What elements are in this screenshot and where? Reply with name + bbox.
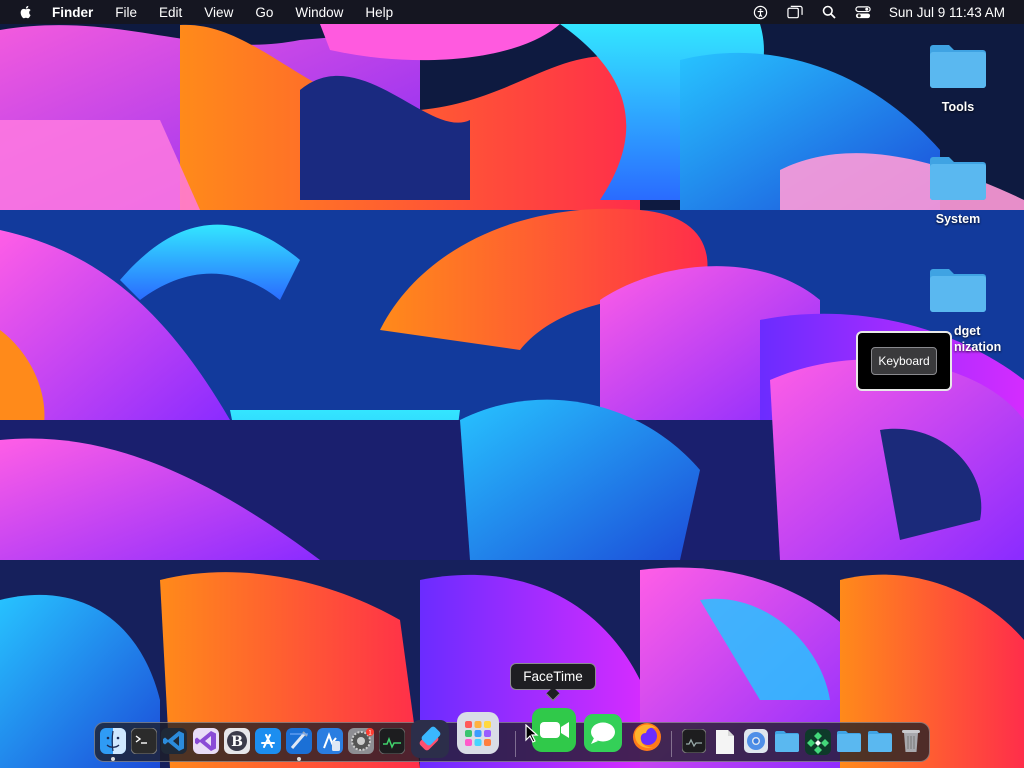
dock-separator [515,731,516,757]
menu-view[interactable]: View [204,5,233,20]
visual-studio-code-icon[interactable] [161,728,187,754]
console-icon[interactable] [682,729,706,753]
apple-logo-icon[interactable] [18,4,34,20]
mouse-cursor-icon [525,724,539,743]
menu-clock[interactable]: Sun Jul 9 11:43 AM [889,5,1005,20]
firefox-icon[interactable] [631,721,663,753]
keyboard-button[interactable]: Keyboard [871,347,937,375]
messages-icon[interactable] [584,714,622,752]
app-store-icon[interactable] [255,728,281,754]
bbedit-icon[interactable]: B [224,728,250,754]
finder-icon[interactable] [100,728,126,754]
shortcuts-icon[interactable] [411,720,449,758]
terminal-icon[interactable] [131,728,157,754]
menu-file[interactable]: File [115,5,137,20]
running-indicator [297,757,301,761]
menu-go[interactable]: Go [255,5,273,20]
desktop-folder-tools[interactable]: Tools [908,40,1008,115]
folder-icon [930,45,986,88]
desktop-folder-system[interactable]: System [908,152,1008,227]
spotlight-search-icon[interactable] [821,4,837,20]
launchpad-icon[interactable] [457,712,499,754]
keyboard-panel: Keyboard [856,331,952,391]
dock-tooltip: FaceTime [510,663,596,690]
folder-icon[interactable] [836,729,862,753]
menu-bar: Finder File Edit View Go Window Help Sun… [0,0,1024,24]
desktop-item-label: System [935,212,981,226]
desktop-item-label: Tools [941,100,975,114]
control-center-icon[interactable] [855,4,871,20]
screen-mirroring-icon[interactable] [787,4,803,20]
activity-monitor-icon[interactable] [379,728,405,754]
folder-icon[interactable] [774,729,800,753]
svg-text:B: B [231,734,243,750]
maps-icon[interactable] [805,729,831,755]
folder-icon [930,269,986,312]
xcode-icon[interactable] [286,728,312,754]
chrome-icon[interactable] [744,729,768,753]
menu-app-name[interactable]: Finder [52,5,93,20]
system-settings-icon[interactable]: 1 [348,728,374,754]
menu-edit[interactable]: Edit [159,5,182,20]
trash-icon[interactable] [900,727,922,754]
dock-separator [671,731,672,757]
folder-icon [930,157,986,200]
simulator-icon[interactable] [317,728,343,754]
folder-icon[interactable] [867,729,893,753]
menu-help[interactable]: Help [365,5,393,20]
menu-window[interactable]: Window [295,5,343,20]
accessibility-icon[interactable] [753,4,769,20]
textedit-document-icon[interactable] [714,729,736,755]
visual-studio-icon[interactable] [193,728,219,754]
running-indicator [111,757,115,761]
